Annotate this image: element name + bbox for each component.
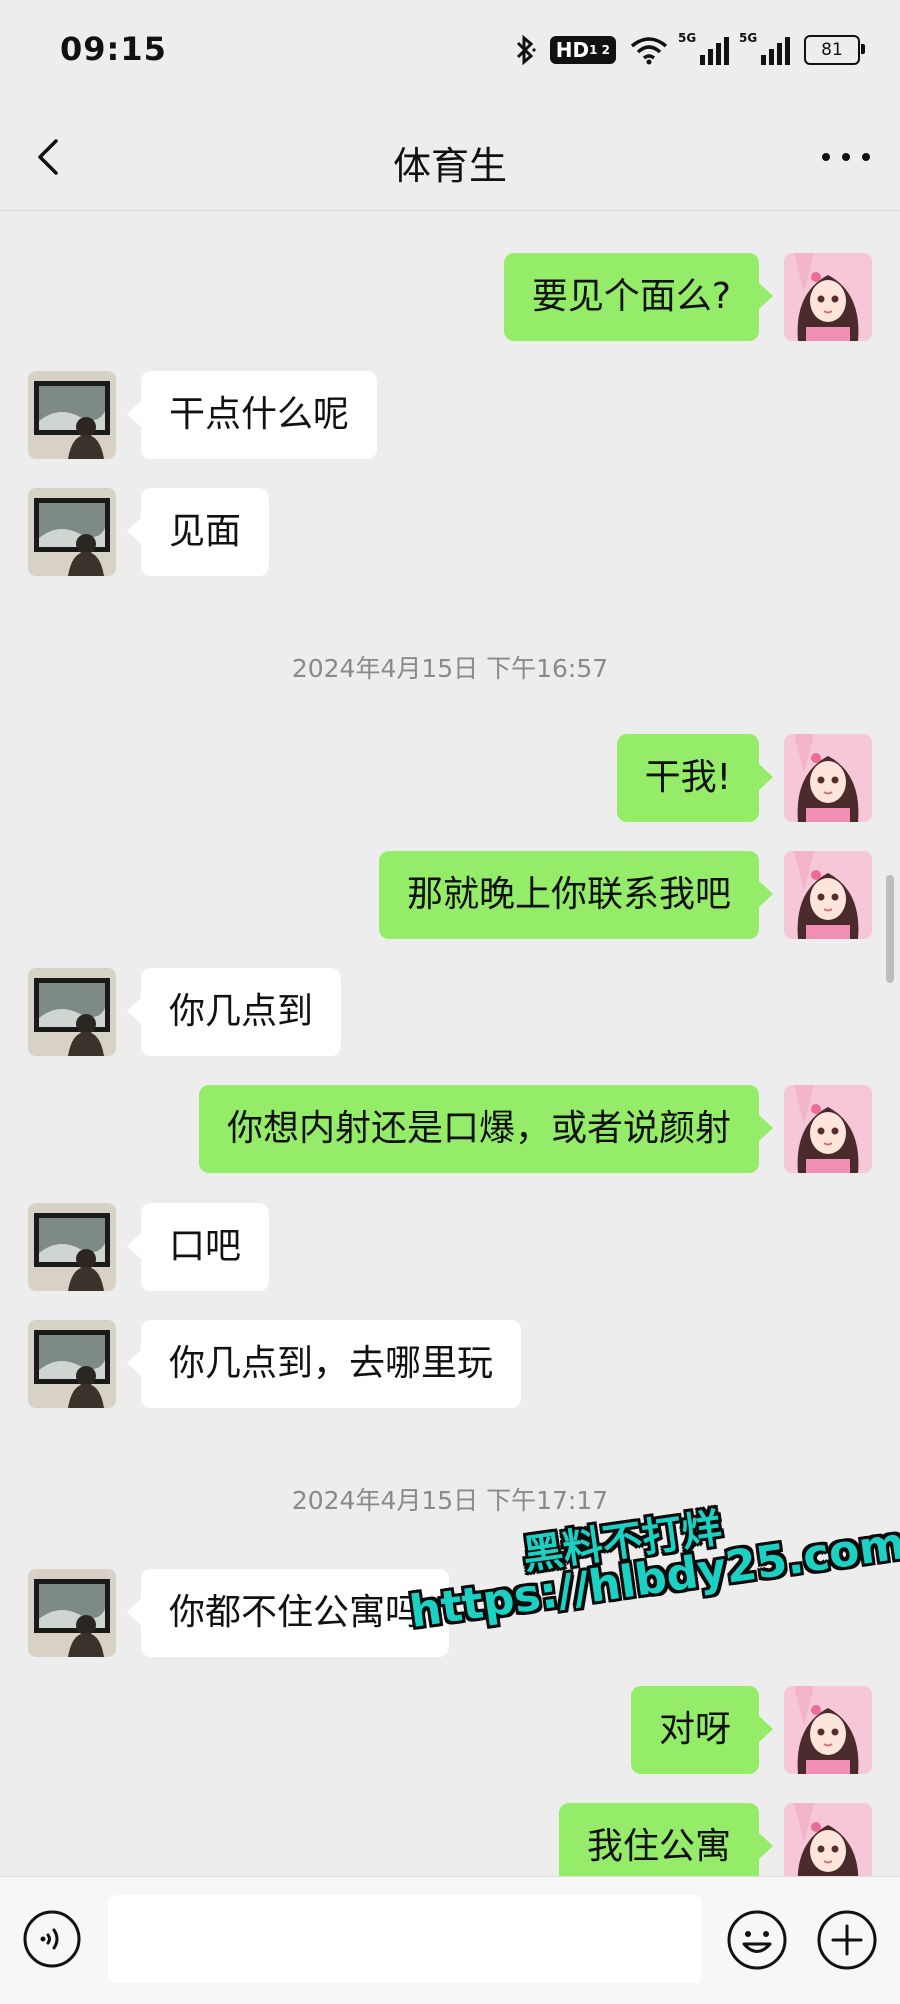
status-icons: HD 1 2 5G 5G 81 (514, 28, 865, 72)
timestamp: 2024年4月15日 下午16:57 (291, 654, 609, 683)
message-row-sent: 要见个面么? (0, 253, 900, 341)
message-bubble[interactable]: 干我! (616, 734, 774, 822)
my-avatar[interactable] (784, 851, 872, 939)
my-avatar[interactable] (784, 253, 872, 341)
message-bubble[interactable]: 见面 (126, 488, 270, 576)
message-row-received: 你几点到，去哪里玩 (0, 1320, 900, 1408)
my-avatar[interactable] (784, 1686, 872, 1774)
hd-badge: HD 1 2 (549, 36, 616, 64)
message-row-sent: 对呀 (0, 1686, 900, 1774)
input-bar (0, 1876, 900, 2004)
my-avatar[interactable] (784, 1803, 872, 1876)
message-row-received: 见面 (0, 488, 900, 576)
message-bubble[interactable]: 你几点到，去哪里玩 (126, 1320, 522, 1408)
message-row-sent: 那就晚上你联系我吧 (0, 851, 900, 939)
my-avatar[interactable] (784, 1085, 872, 1173)
plus-icon (817, 1910, 877, 1970)
plus-button[interactable] (816, 1909, 878, 1971)
message-input[interactable] (108, 1895, 702, 1983)
message-bubble[interactable]: 口吧 (126, 1203, 270, 1291)
message-bubble[interactable]: 你想内射还是口爆，或者说颜射 (198, 1085, 774, 1173)
signal-strength-icon: 5G (678, 31, 729, 65)
contact-avatar[interactable] (28, 968, 116, 1056)
message-bubble[interactable]: 对呀 (630, 1686, 774, 1774)
chat-header: 体育生 (0, 105, 900, 211)
battery-icon: 81 (804, 35, 865, 65)
more-button[interactable] (822, 137, 870, 177)
message-row-sent: 我住公寓 (0, 1803, 900, 1876)
timestamp: 2024年4月15日 下午17:17 (291, 1486, 609, 1515)
scrollbar[interactable] (886, 875, 894, 983)
message-bubble[interactable]: 你都不住公寓吗 (126, 1569, 450, 1657)
emoji-button[interactable] (726, 1909, 788, 1971)
contact-avatar[interactable] (28, 371, 116, 459)
message-row-sent: 你想内射还是口爆，或者说颜射 (0, 1085, 900, 1173)
message-row-received: 干点什么呢 (0, 371, 900, 459)
contact-avatar[interactable] (28, 488, 116, 576)
message-bubble[interactable]: 你几点到 (126, 968, 342, 1056)
voice-button[interactable] (22, 1909, 82, 1969)
more-dots-icon (822, 153, 830, 161)
voice-icon (23, 1910, 81, 1968)
message-bubble[interactable]: 我住公寓 (558, 1803, 774, 1876)
contact-avatar[interactable] (28, 1203, 116, 1291)
signal-strength-icon: 5G (739, 31, 790, 65)
my-avatar[interactable] (784, 734, 872, 822)
message-bubble[interactable]: 干点什么呢 (126, 371, 378, 459)
wifi-icon (630, 35, 668, 65)
message-row-received: 口吧 (0, 1203, 900, 1291)
emoji-icon (727, 1910, 787, 1970)
contact-avatar[interactable] (28, 1320, 116, 1408)
message-row-sent: 干我! (0, 734, 900, 822)
chat-title: 体育生 (392, 144, 507, 188)
bluetooth-icon (514, 35, 536, 65)
message-bubble[interactable]: 那就晚上你联系我吧 (378, 851, 774, 939)
message-bubble[interactable]: 要见个面么? (503, 253, 774, 341)
status-time: 09:15 (60, 30, 167, 68)
contact-avatar[interactable] (28, 1569, 116, 1657)
message-row-received: 你几点到 (0, 968, 900, 1056)
status-bar: 09:15 HD 1 2 5G 5G 81 (0, 0, 900, 105)
